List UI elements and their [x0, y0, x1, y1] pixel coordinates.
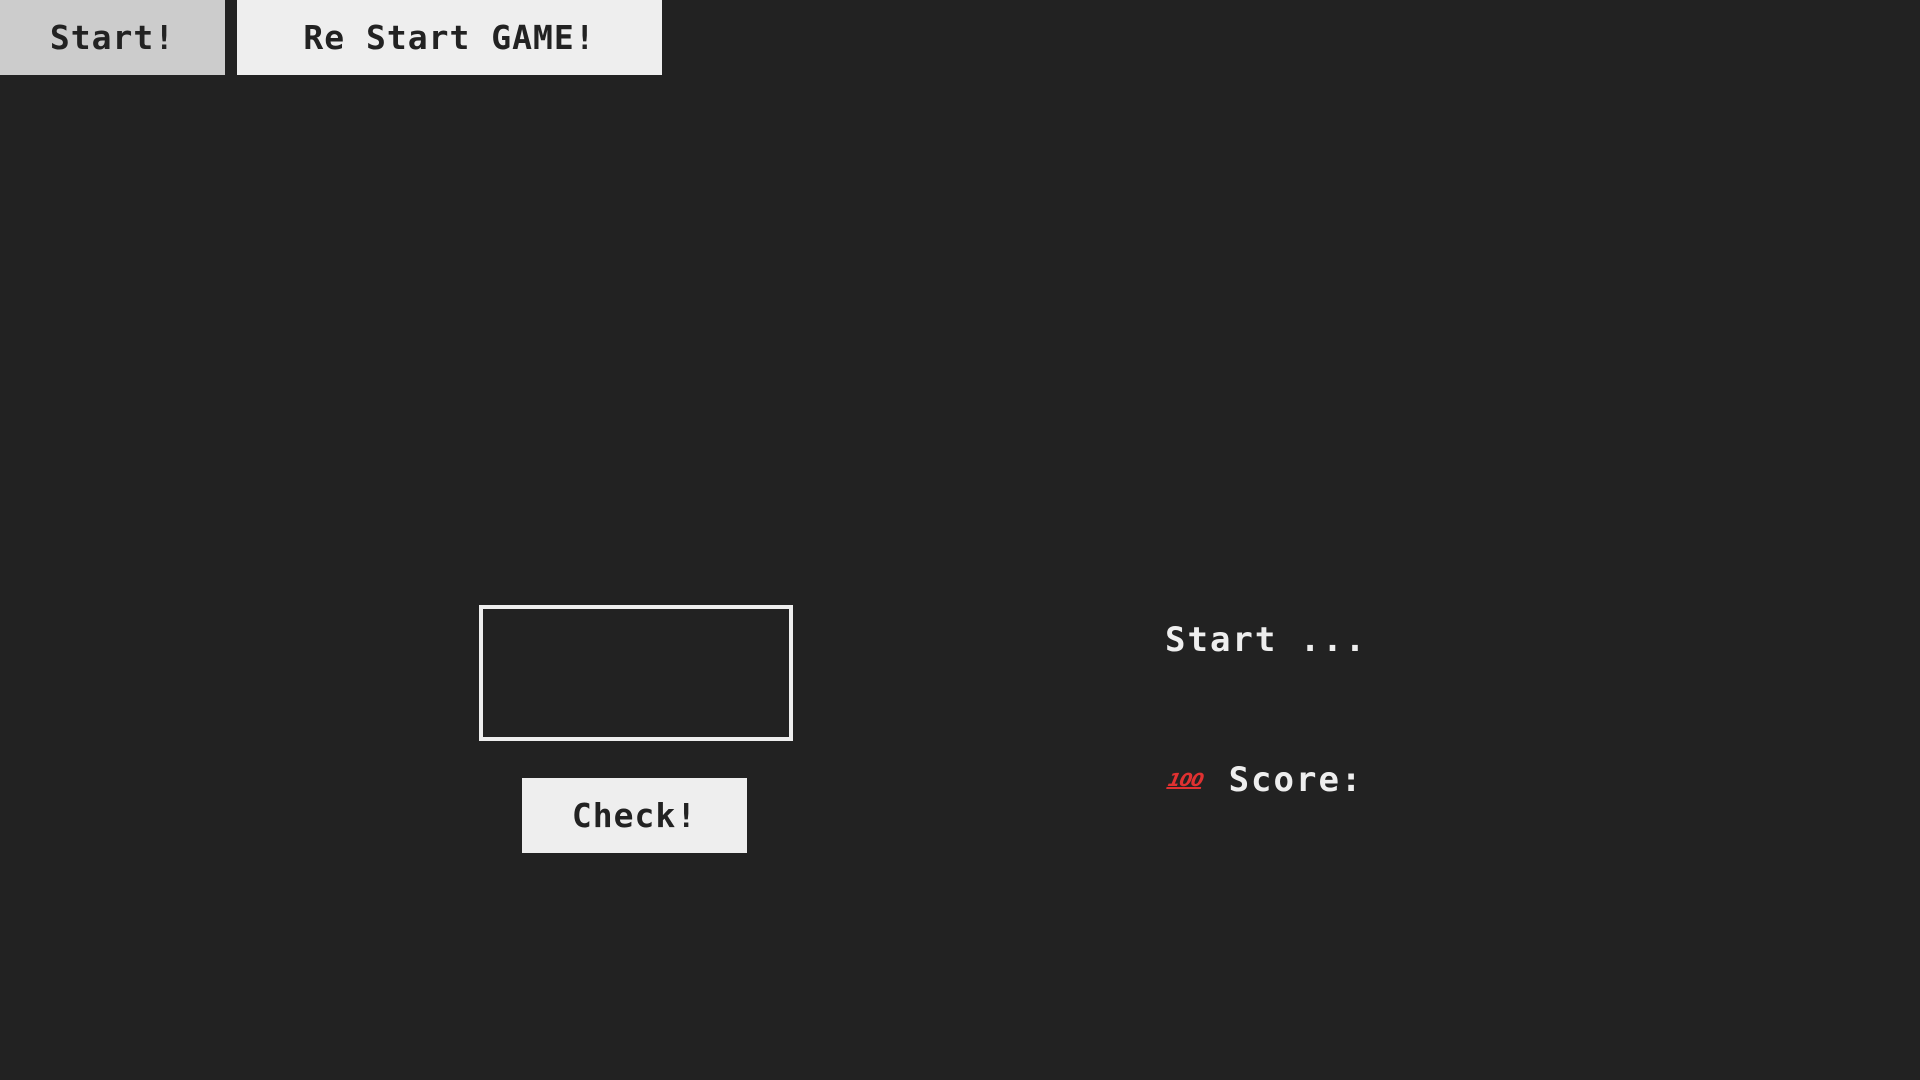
status-message: Start ...	[1165, 620, 1368, 660]
top-bar: Start! Re Start GAME!	[0, 0, 662, 75]
score-label: Score:	[1228, 760, 1364, 800]
check-button[interactable]: Check!	[522, 778, 747, 853]
start-button[interactable]: Start!	[0, 0, 225, 75]
restart-game-button[interactable]: Re Start GAME!	[237, 0, 662, 75]
hundred-points-icon: 100	[1165, 769, 1205, 791]
guess-input[interactable]	[479, 605, 793, 741]
score-display: 100 Score:	[1165, 760, 1381, 800]
